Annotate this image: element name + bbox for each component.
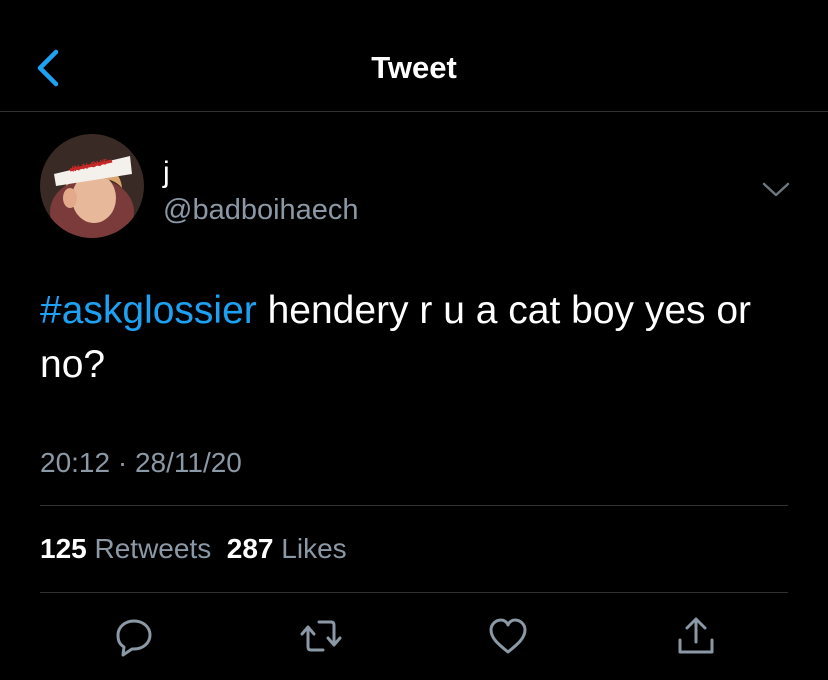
divider [40,592,788,593]
likes-count: 287 [226,533,274,564]
retweets-count: 125 [40,533,87,564]
retweet-icon[interactable] [299,614,343,658]
page-title: Tweet [371,50,457,85]
avatar[interactable]: IN-N-OUT [40,134,144,238]
engagement-stats: 125 Retweets 287 Likes [40,532,347,566]
likes-stat[interactable]: 287 Likes [227,533,347,564]
reply-icon[interactable] [112,614,156,658]
tweet-timestamp: 20:12 · 28/11/20 [40,447,242,478]
tweet-text: #askglossier hendery r u a cat boy yes o… [40,284,800,392]
likes-label: Likes [281,533,347,564]
retweets-stat[interactable]: 125 Retweets [40,533,211,564]
display-name[interactable]: j [163,155,170,191]
divider [40,505,788,506]
chevron-down-icon[interactable] [760,178,792,200]
avatar-image: IN-N-OUT [40,134,144,238]
top-nav-bar: Tweet [0,0,828,112]
share-icon[interactable] [674,614,718,658]
like-icon[interactable] [486,614,530,658]
hashtag-link[interactable]: #askglossier [40,289,257,332]
retweets-label: Retweets [94,533,212,564]
user-handle[interactable]: @badboihaech [163,192,359,228]
